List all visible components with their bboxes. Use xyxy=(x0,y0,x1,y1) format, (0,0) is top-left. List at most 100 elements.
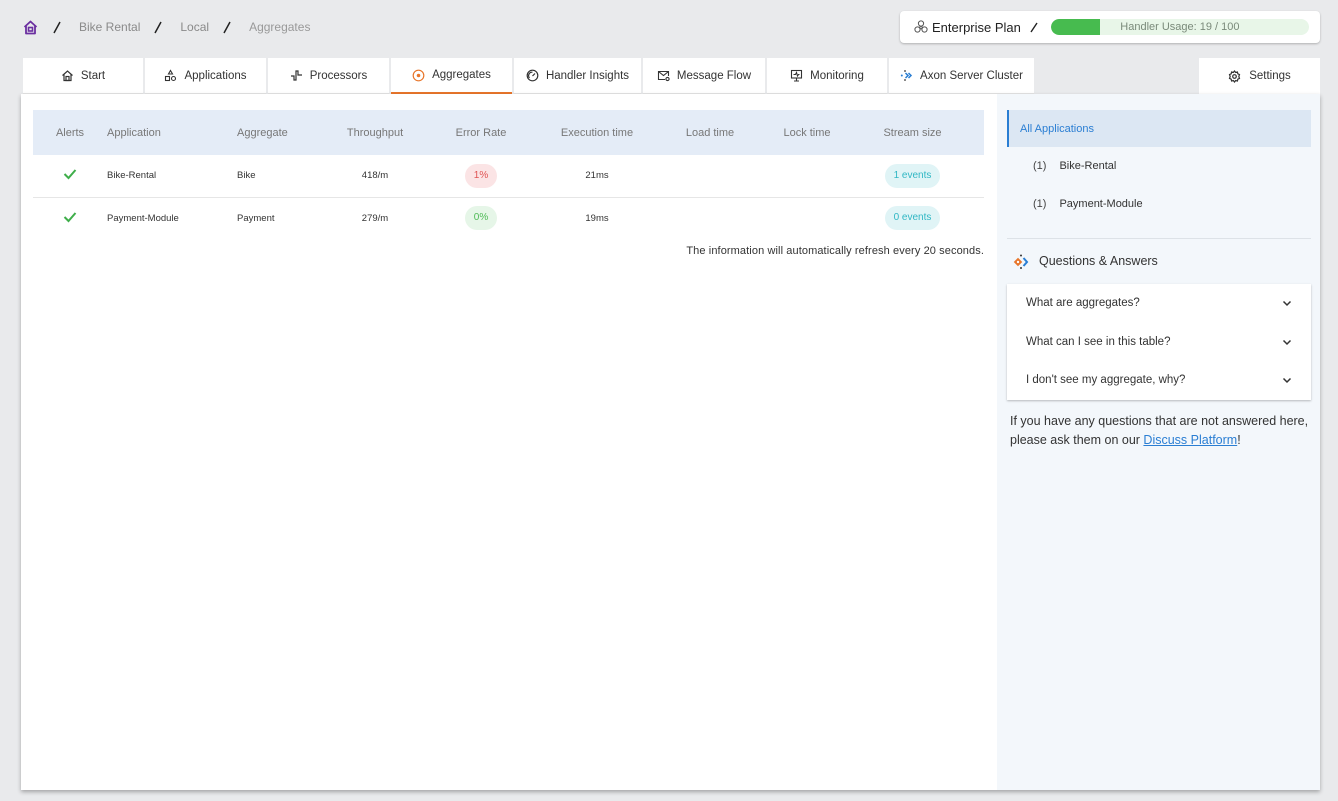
column-header-error-rate[interactable]: Error Rate xyxy=(415,110,547,155)
qa-question[interactable]: I don't see my aggregate, why? xyxy=(1007,361,1311,400)
column-header-execution-time[interactable]: Execution time xyxy=(547,110,647,155)
load-time-cell xyxy=(647,155,773,197)
qa-question-text: What are aggregates? xyxy=(1026,297,1140,310)
stream-size-cell: 1 events xyxy=(841,155,984,197)
axon-qa-icon xyxy=(1013,252,1031,270)
cluster-icon xyxy=(913,19,929,35)
tab-processors[interactable]: Processors xyxy=(268,58,389,94)
qa-title: Questions & Answers xyxy=(1039,254,1158,268)
chevron-down-icon xyxy=(1281,374,1293,386)
plan-usage-box: Enterprise Plan Handler Usage: 19 / 100 xyxy=(900,11,1320,43)
handler-usage-bar: Handler Usage: 19 / 100 xyxy=(1050,19,1309,35)
aggregates-content: Alerts Application Aggregate Throughput … xyxy=(21,94,997,790)
tab-message-flow[interactable]: Message Flow xyxy=(643,58,765,94)
tab-label: Processors xyxy=(309,69,368,82)
application-cell: Payment-Module xyxy=(107,212,179,224)
tab-label: Handler Insights xyxy=(545,69,630,82)
check-icon xyxy=(63,168,77,180)
column-header-lock-time[interactable]: Lock time xyxy=(773,110,841,155)
qa-question[interactable]: What are aggregates? xyxy=(1007,284,1311,323)
table-row[interactable]: Payment-Module Payment 279/m 0% 19ms 0 e… xyxy=(33,197,984,239)
tab-aggregates[interactable]: Aggregates xyxy=(391,58,512,94)
aggregates-icon xyxy=(412,69,425,82)
refresh-note: The information will automatically refre… xyxy=(686,245,984,257)
execution-time-cell: 21ms xyxy=(585,170,609,182)
load-time-cell xyxy=(647,197,773,239)
error-rate-badge: 0% xyxy=(464,206,498,231)
column-header-load-time[interactable]: Load time xyxy=(647,110,773,155)
tab-settings[interactable]: Settings xyxy=(1199,58,1320,94)
application-name: Bike-Rental xyxy=(1059,160,1117,172)
help-text-after: ! xyxy=(1237,433,1241,447)
application-name: Payment-Module xyxy=(1059,198,1143,210)
tab-label: Axon Server Cluster xyxy=(920,69,1023,82)
aggregates-table: Alerts Application Aggregate Throughput … xyxy=(33,110,984,239)
application-count: (1) xyxy=(1033,198,1047,210)
qa-question-text: I don't see my aggregate, why? xyxy=(1026,374,1186,387)
home-icon[interactable] xyxy=(22,19,39,36)
tab-label: Monitoring xyxy=(810,69,864,82)
aggregate-cell: Bike xyxy=(237,170,256,182)
stream-size-badge: 0 events xyxy=(884,206,941,231)
execution-time-cell: 19ms xyxy=(585,212,609,224)
check-icon xyxy=(63,211,77,223)
chevron-down-icon xyxy=(1281,297,1293,309)
lock-time-cell xyxy=(773,155,841,197)
gauge-icon xyxy=(526,69,539,82)
main-tabs: Start Applications Processors Aggregates… xyxy=(23,58,1036,94)
filter-application-item[interactable]: (1) Payment-Module xyxy=(1007,185,1311,223)
column-header-throughput[interactable]: Throughput xyxy=(335,110,415,155)
throughput-cell: 418/m xyxy=(361,170,389,182)
help-text: If you have any questions that are not a… xyxy=(1010,412,1315,450)
breadcrumb-separator xyxy=(51,20,63,34)
discuss-platform-link[interactable]: Discuss Platform xyxy=(1143,433,1237,447)
tab-label: Applications xyxy=(184,69,247,82)
sidebar-divider xyxy=(1007,238,1311,239)
tab-axon-server-cluster[interactable]: Axon Server Cluster xyxy=(889,58,1034,94)
application-filter-list: All Applications (1) Bike-Rental (1) Pay… xyxy=(1007,110,1311,223)
breadcrumb-separator xyxy=(152,20,164,34)
table-row[interactable]: Bike-Rental Bike 418/m 1% 21ms 1 events xyxy=(33,155,984,197)
stream-size-cell: 0 events xyxy=(841,197,984,239)
gear-icon xyxy=(1228,69,1241,83)
lock-time-cell xyxy=(773,197,841,239)
chevron-down-icon xyxy=(1281,336,1293,348)
tab-handler-insights[interactable]: Handler Insights xyxy=(514,58,641,94)
tab-label: Start xyxy=(80,69,106,82)
alert-cell xyxy=(33,155,107,197)
axon-icon xyxy=(900,69,913,82)
breadcrumb-bike-rental[interactable]: Bike Rental xyxy=(79,20,140,34)
plan-name[interactable]: Enterprise Plan xyxy=(932,20,1021,35)
column-header-stream-size[interactable]: Stream size xyxy=(841,110,984,155)
breadcrumb-separator xyxy=(221,20,233,34)
sidebar: All Applications (1) Bike-Rental (1) Pay… xyxy=(997,94,1320,790)
breadcrumb: Bike Rental Local Aggregates xyxy=(22,16,310,38)
qa-heading: Questions & Answers xyxy=(1013,252,1158,270)
error-rate-badge: 1% xyxy=(464,163,498,188)
applications-icon xyxy=(164,69,177,82)
message-flow-icon xyxy=(657,69,670,82)
tab-start[interactable]: Start xyxy=(23,58,143,94)
tab-label: Settings xyxy=(1249,70,1291,82)
breadcrumb-local[interactable]: Local xyxy=(180,20,209,34)
filter-all-applications[interactable]: All Applications xyxy=(1007,110,1311,147)
tab-applications[interactable]: Applications xyxy=(145,58,266,94)
breadcrumb-aggregates: Aggregates xyxy=(249,20,311,34)
column-header-alerts[interactable]: Alerts xyxy=(33,110,107,155)
table-header-row: Alerts Application Aggregate Throughput … xyxy=(33,110,984,155)
column-header-aggregate[interactable]: Aggregate xyxy=(237,110,335,155)
stream-size-badge: 1 events xyxy=(884,163,941,188)
filter-application-item[interactable]: (1) Bike-Rental xyxy=(1007,147,1311,185)
handler-usage-label: Handler Usage: 19 / 100 xyxy=(1120,21,1240,33)
main-panel: Alerts Application Aggregate Throughput … xyxy=(21,94,1320,790)
qa-question[interactable]: What can I see in this table? xyxy=(1007,323,1311,362)
tab-label: Aggregates xyxy=(432,69,491,81)
tab-monitoring[interactable]: Monitoring xyxy=(767,58,887,94)
column-header-application[interactable]: Application xyxy=(107,110,237,155)
alert-cell xyxy=(33,197,107,239)
qa-accordion: What are aggregates? What can I see in t… xyxy=(1007,284,1311,400)
monitor-icon xyxy=(790,69,803,82)
plan-separator xyxy=(1029,21,1039,33)
home-icon xyxy=(61,69,74,82)
processors-icon xyxy=(290,69,303,82)
